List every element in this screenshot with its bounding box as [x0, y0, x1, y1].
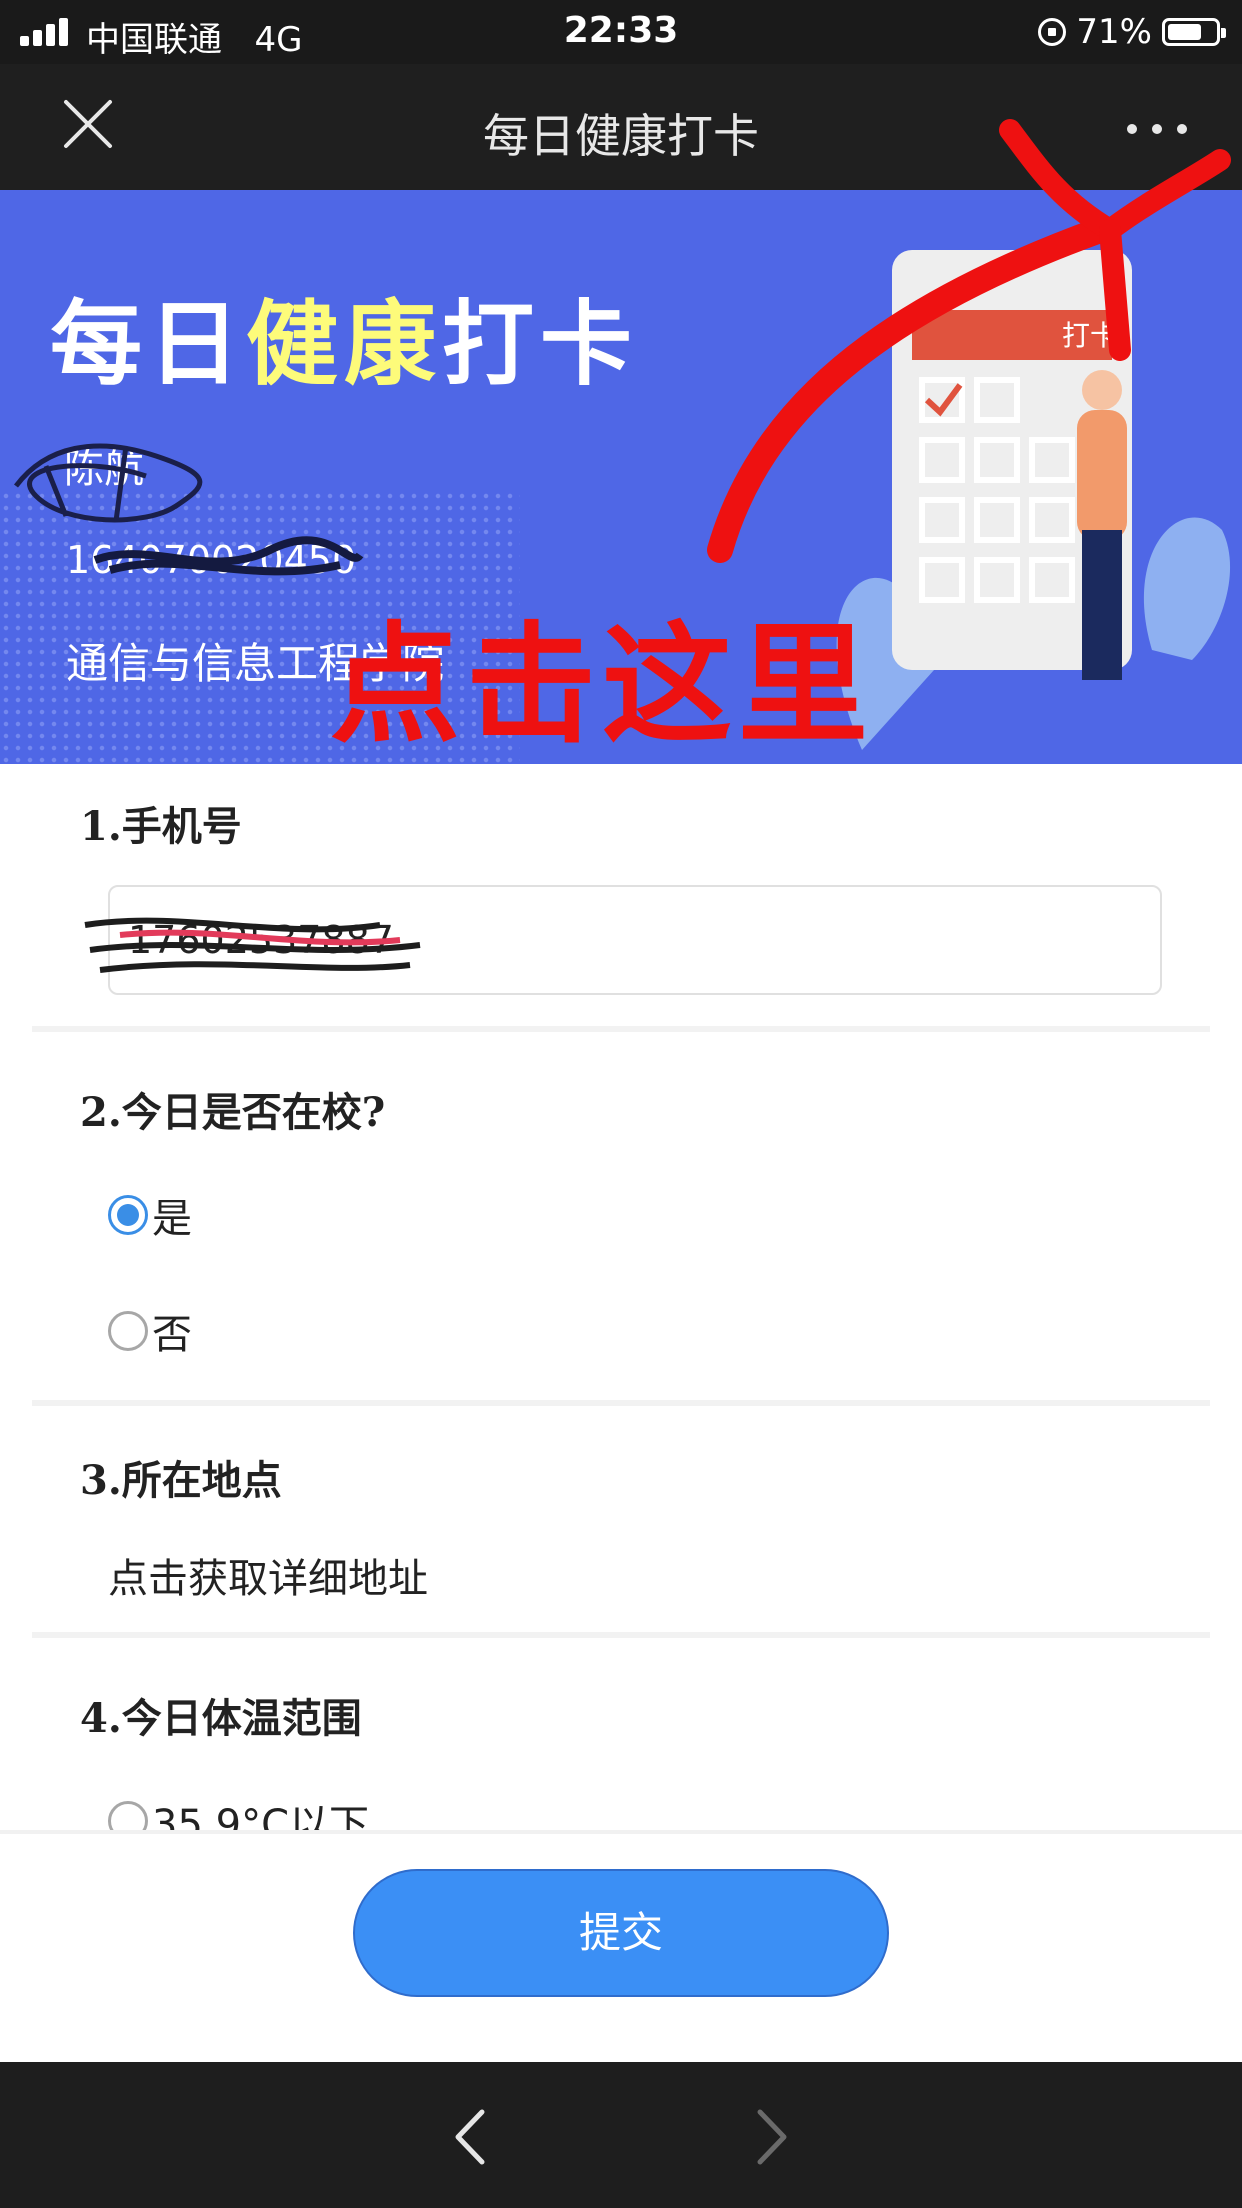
get-address-link[interactable]: 点击获取详细地址: [108, 1546, 428, 1604]
more-button[interactable]: [1112, 104, 1202, 154]
more-icon: [1127, 124, 1187, 134]
back-button[interactable]: [440, 2102, 500, 2172]
submit-button[interactable]: 提交: [353, 1869, 889, 1997]
radio-label: 是: [152, 1196, 192, 1242]
divider: [32, 1026, 1210, 1032]
submit-bar: 提交: [0, 1830, 1242, 2066]
divider: [32, 1400, 1210, 1406]
divider: [32, 1632, 1210, 1638]
id-scribble: [93, 536, 364, 576]
checkin-illustration: 打卡: [836, 250, 1231, 750]
question-4-label: 4.今日体温范围: [80, 1695, 362, 1742]
click-here-annotation: 点击这里: [330, 609, 875, 761]
radio-label: 否: [152, 1312, 192, 1358]
phone-input[interactable]: 17602537887: [108, 885, 1162, 995]
banner-title-part1: 每日: [50, 291, 247, 398]
question-2-label: 2.今日是否在校?: [80, 1089, 386, 1136]
battery-percent: 71%: [1076, 12, 1152, 52]
radio-button[interactable]: [108, 1195, 148, 1235]
battery-icon: [1162, 18, 1226, 46]
radio-option-no[interactable]: 否: [108, 1302, 192, 1360]
chevron-left-icon: [455, 2109, 485, 2165]
banner-title: 每日健康打卡: [50, 270, 638, 403]
chevron-right-icon: [757, 2109, 787, 2165]
browser-toolbar: [0, 2062, 1242, 2208]
radio-button[interactable]: [108, 1311, 148, 1351]
question-1-label: 1.手机号: [80, 803, 242, 850]
illustration-label: 打卡: [1062, 319, 1118, 352]
rotation-lock-icon: [1038, 18, 1067, 46]
banner-title-part3: 打卡: [442, 291, 639, 398]
banner-title-highlight: 健康: [246, 291, 443, 398]
radio-option-yes[interactable]: 是: [108, 1186, 192, 1244]
name-scribble: [14, 443, 203, 523]
question-3-label: 3.所在地点: [80, 1457, 282, 1504]
page-title: 每日健康打卡: [483, 109, 759, 163]
forward-button[interactable]: [742, 2102, 802, 2172]
nav-bar: 每日健康打卡: [0, 64, 1242, 190]
status-bar: 中国联通 4G 22:33 71%: [0, 0, 1242, 64]
